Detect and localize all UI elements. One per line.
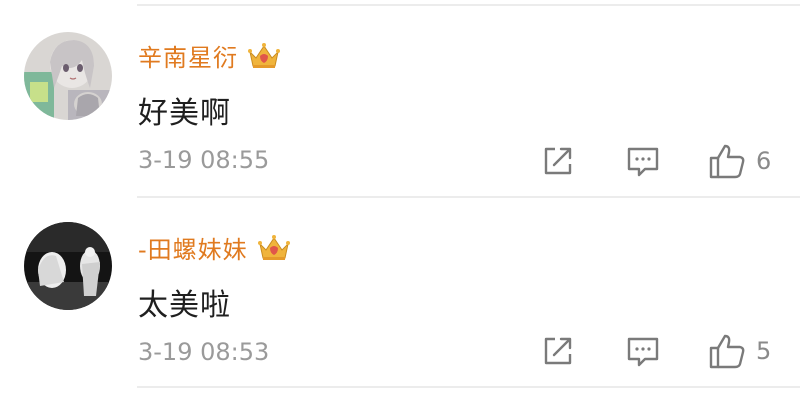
- share-icon: [544, 337, 572, 365]
- username[interactable]: -田螺妹妹: [138, 230, 290, 265]
- share-icon: [544, 147, 572, 175]
- comment-time: 3-19 08:55: [138, 146, 270, 174]
- like-count: 6: [756, 147, 772, 175]
- username-text[interactable]: 辛南星衍: [138, 38, 238, 73]
- crown-icon: [248, 42, 280, 70]
- like-button[interactable]: 6: [708, 142, 771, 180]
- comment-item: -田螺妹妹 太美啦 3-19 08:53 5: [0, 192, 800, 382]
- username[interactable]: 辛南星衍: [138, 38, 280, 73]
- comment-time: 3-19 08:53: [138, 338, 270, 366]
- share-button[interactable]: [541, 334, 575, 368]
- crown-icon: [257, 234, 290, 262]
- comment-text: 好美啊: [138, 96, 231, 131]
- comment-button[interactable]: [626, 144, 660, 178]
- comment-button[interactable]: [626, 334, 660, 368]
- bottom-divider: [137, 386, 800, 388]
- thumbs-up-icon: [709, 334, 745, 369]
- thumbs-up-icon: [709, 144, 745, 179]
- comment-icon: [627, 147, 659, 177]
- comment-item: 辛南星衍 好美啊 3-19 08:55 6: [0, 0, 800, 190]
- user-avatar[interactable]: [24, 32, 112, 120]
- like-count: 5: [756, 337, 772, 365]
- share-button[interactable]: [541, 144, 575, 178]
- like-button[interactable]: 5: [708, 332, 771, 370]
- comment-icon: [627, 337, 659, 367]
- username-text[interactable]: -田螺妹妹: [138, 230, 248, 265]
- user-avatar[interactable]: [24, 222, 112, 310]
- comment-text: 太美啦: [138, 288, 231, 323]
